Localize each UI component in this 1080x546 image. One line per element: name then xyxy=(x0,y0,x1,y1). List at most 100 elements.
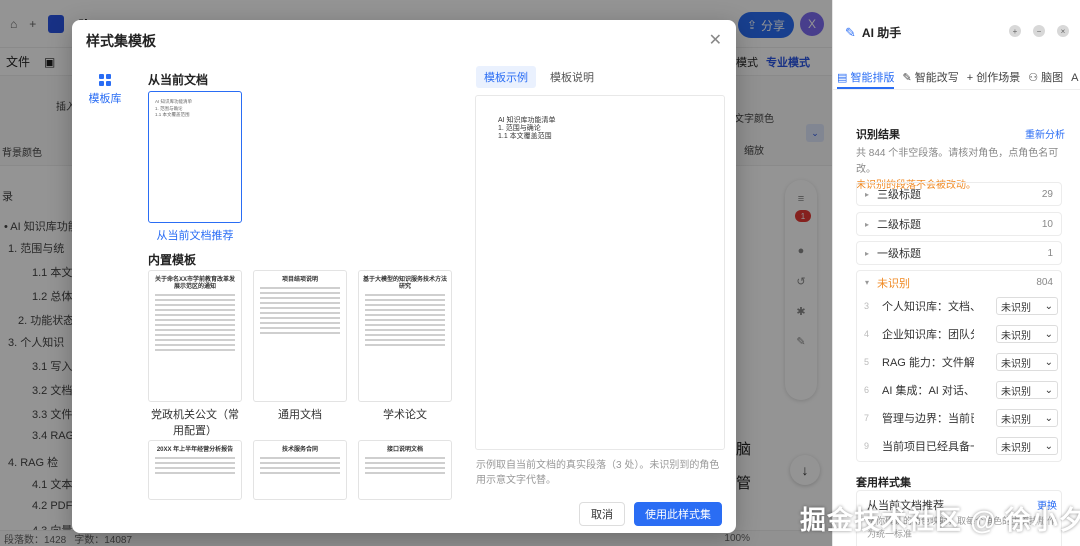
chevron-right-icon: ▸ xyxy=(865,219,870,229)
chevron-down-icon: ⌄ xyxy=(1044,440,1053,452)
close-icon[interactable]: ✕ xyxy=(709,30,722,50)
thumb-heading: 项目结项说明 xyxy=(281,277,318,283)
role-select[interactable]: 未识别 ⌄ xyxy=(996,325,1058,343)
category-row[interactable]: ▸ 二级标题 10 xyxy=(856,212,1062,236)
close-icon[interactable]: × xyxy=(1057,25,1069,37)
template-thumb-contract[interactable]: 技术服务合同 xyxy=(253,440,347,500)
reanalyze-link[interactable]: 重新分析 xyxy=(1025,126,1065,141)
para-number: 5 xyxy=(864,357,870,367)
ai-panel-title: AI 助手 xyxy=(861,26,902,40)
thumb-heading: 关于命名XX市学前教育改革发展示范区的通知 xyxy=(154,277,235,290)
list-item: 4 企业知识库：团队分... 未识别 ⌄ xyxy=(864,324,1058,344)
tab-translate[interactable]: A 翻译 xyxy=(1071,64,1080,89)
magic-wand-icon: ✎ xyxy=(845,24,856,40)
role-value: 未识别 xyxy=(1001,414,1031,426)
current-doc-template-thumb[interactable]: AI 知识库功能清单 1. 范围与确论 1.1 本文覆盖范围 xyxy=(148,91,242,223)
list-item: 9 当前项目已经具备一... 未识别 ⌄ xyxy=(864,436,1058,456)
ai-assistant-panel: ✎ AI 助手 + − × ▤ 智能排版 ✎ 智能改写 + 创作场景 ⚇ 脑图 … xyxy=(832,0,1080,546)
template-thumb-academic[interactable]: 基于大模型的知识服务技术方法研究 xyxy=(358,270,452,402)
tab-creative-scene[interactable]: + 创作场景 xyxy=(967,64,1020,89)
section-current-doc: 从当前文档 xyxy=(148,73,209,87)
template-thumb-gov[interactable]: 关于命名XX市学前教育改革发展示范区的通知 xyxy=(148,270,242,402)
thumb-heading: 接口说明文档 xyxy=(386,447,423,453)
template-library-label: 模板库 xyxy=(88,93,122,105)
section-builtin: 内置模板 xyxy=(148,253,197,267)
thumb-heading: 基于大模型的知识服务技术方法研究 xyxy=(363,277,448,290)
chevron-right-icon: ▸ xyxy=(865,189,870,199)
para-number: 7 xyxy=(864,413,870,423)
current-doc-caption[interactable]: 从当前文档推荐 xyxy=(148,227,242,243)
ai-panel-body: 识别结果 重新分析 共 844 个非空段落。请核对角色，点角色名可改。 未识别的… xyxy=(833,92,1080,546)
tab-label: 脑图 xyxy=(1041,72,1064,84)
template-caption-gov[interactable]: 党政机关公文（常用配置） xyxy=(146,406,244,438)
template-caption-general[interactable]: 通用文档 xyxy=(253,406,347,422)
template-thumb-api-doc[interactable]: 接口说明文档 xyxy=(358,440,452,500)
category-name: 二级标题 xyxy=(877,219,922,231)
role-value: 未识别 xyxy=(1001,358,1031,370)
recognition-title: 识别结果 xyxy=(856,129,900,141)
template-caption-academic[interactable]: 学术论文 xyxy=(358,406,452,422)
para-text: 当前项目已经具备一... xyxy=(882,441,974,453)
tab-label: 智能改写 xyxy=(914,72,959,84)
para-number: 4 xyxy=(864,329,870,339)
category-row[interactable]: ▸ 三级标题 29 xyxy=(856,182,1062,206)
para-number: 9 xyxy=(864,441,870,451)
preview-note: 示例取自当前文档的真实段落（3 处）。未识别到的角色用示意文字代替。 xyxy=(476,460,720,486)
chevron-down-icon: ⌄ xyxy=(1044,412,1053,424)
use-template-button[interactable]: 使用此样式集 xyxy=(634,502,722,526)
thumb-preview-text: 1. 范围与确论 xyxy=(155,105,183,111)
role-select[interactable]: 未识别 ⌄ xyxy=(996,381,1058,399)
apply-style-title: 套用样式集 xyxy=(856,477,911,489)
para-number: 3 xyxy=(864,301,870,311)
minimize-icon[interactable]: − xyxy=(1033,25,1045,37)
cancel-button[interactable]: 取消 xyxy=(579,502,625,526)
category-name: 一级标题 xyxy=(877,248,922,260)
tab-template-example[interactable]: 模板示例 xyxy=(476,66,536,88)
role-value: 未识别 xyxy=(1001,330,1031,342)
role-value: 未识别 xyxy=(1001,302,1031,314)
ai-tabs: ▤ 智能排版 ✎ 智能改写 + 创作场景 ⚇ 脑图 A 翻译 xyxy=(833,64,1080,90)
category-count: 10 xyxy=(1041,218,1053,230)
desc-text: 共 844 个非空段落。请核对角色，点角色名可改。 xyxy=(856,148,1059,175)
template-library-nav[interactable]: 模板库 xyxy=(88,74,122,106)
category-row[interactable]: ▸ 一级标题 1 xyxy=(856,241,1062,265)
chevron-down-icon: ⌄ xyxy=(1044,300,1053,312)
para-text: 企业知识库：团队分... xyxy=(882,329,974,341)
unrecognized-list: 3 个人知识库：文档、... 未识别⌄ 4 企业知识库：团队分... 未识别⌄ … xyxy=(856,290,1062,462)
chevron-down-icon: ▾ xyxy=(865,278,870,287)
para-text: 管理与边界：当前已... xyxy=(882,413,974,425)
dialog-title: 样式集模板 xyxy=(86,33,156,49)
style-template-dialog: 样式集模板 ✕ 模板库 从当前文档 AI 知识库功能清单 1. 范围与确论 1.… xyxy=(72,20,736,533)
watermark: 掘金技术社区 @ 徐小夕 xyxy=(800,505,1080,535)
category-name: 未识别 xyxy=(877,277,911,290)
tab-template-description[interactable]: 模板说明 xyxy=(542,66,602,88)
role-value: 未识别 xyxy=(1001,386,1031,398)
preview-line: 1.1 本文覆盖范围 xyxy=(498,133,552,140)
tab-smart-rewrite[interactable]: ✎ 智能改写 xyxy=(902,64,958,89)
tab-label: 创作场景 xyxy=(976,72,1021,84)
para-text: AI 集成：AI 对话、... xyxy=(882,385,974,397)
list-item: 7 管理与边界：当前已... 未识别 ⌄ xyxy=(864,408,1058,428)
template-thumb-report[interactable]: 20XX 年上半年经营分析报告 xyxy=(148,440,242,500)
category-name: 三级标题 xyxy=(877,189,922,201)
thumb-heading: 技术服务合同 xyxy=(281,447,318,453)
tab-label: 智能排版 xyxy=(850,72,895,84)
category-count: 804 xyxy=(1036,277,1053,288)
role-select[interactable]: 未识别 ⌄ xyxy=(996,437,1058,455)
expand-icon[interactable]: + xyxy=(1009,25,1021,37)
chevron-right-icon: ▸ xyxy=(865,248,870,258)
template-thumb-general[interactable]: 项目结项说明 xyxy=(253,270,347,402)
chevron-down-icon: ⌄ xyxy=(1044,328,1053,340)
thumb-preview-text: 1.1 本文覆盖范围 xyxy=(155,112,190,117)
grid-icon xyxy=(99,74,111,86)
category-count: 29 xyxy=(1041,188,1053,200)
role-select[interactable]: 未识别 ⌄ xyxy=(996,353,1058,371)
ai-panel-header: ✎ AI 助手 xyxy=(845,24,901,41)
tab-smart-layout[interactable]: ▤ 智能排版 xyxy=(837,64,895,89)
list-item: 3 个人知识库：文档、... 未识别 ⌄ xyxy=(864,296,1058,316)
chevron-down-icon: ⌄ xyxy=(1044,356,1053,368)
role-select[interactable]: 未识别 ⌄ xyxy=(996,297,1058,315)
thumb-preview-text: AI 知识库功能清单 xyxy=(155,99,193,104)
tab-mindmap[interactable]: ⚇ 脑图 xyxy=(1028,64,1063,89)
role-select[interactable]: 未识别 ⌄ xyxy=(996,409,1058,427)
